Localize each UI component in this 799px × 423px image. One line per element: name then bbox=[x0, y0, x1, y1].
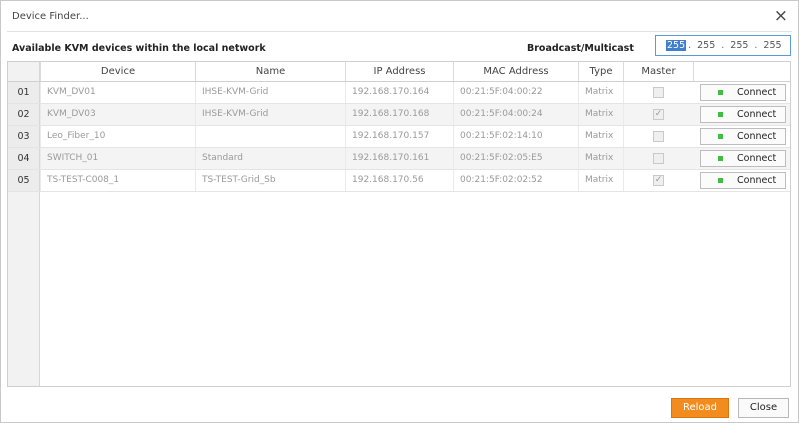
device-cell: SWITCH_01 bbox=[40, 148, 195, 169]
status-led-icon bbox=[718, 178, 723, 183]
ip-octet-1[interactable]: 255 bbox=[666, 40, 687, 51]
master-checkbox[interactable] bbox=[653, 131, 664, 142]
connect-button[interactable]: Connect bbox=[700, 172, 786, 189]
connect-button[interactable]: Connect bbox=[700, 106, 786, 123]
connect-button[interactable]: Connect bbox=[700, 128, 786, 145]
ip-cell: 192.168.170.157 bbox=[345, 126, 453, 147]
column-header-mac[interactable]: MAC Address bbox=[453, 62, 578, 81]
row-number: 01 bbox=[8, 82, 40, 103]
master-cell bbox=[623, 82, 693, 103]
divider bbox=[7, 31, 792, 32]
type-cell: Matrix bbox=[578, 104, 623, 125]
ip-cell: 192.168.170.161 bbox=[345, 148, 453, 169]
master-checkbox[interactable] bbox=[653, 153, 664, 164]
name-cell: Standard bbox=[195, 148, 345, 169]
connect-label: Connect bbox=[737, 153, 777, 164]
broadcast-ip-input[interactable]: 255 . 255 . 255 . 255 bbox=[655, 35, 791, 56]
close-icon[interactable]: × bbox=[774, 6, 788, 26]
mac-cell: 00:21:5F:04:00:24 bbox=[453, 104, 578, 125]
connect-label: Connect bbox=[737, 175, 777, 186]
master-cell: ✓ bbox=[623, 104, 693, 125]
row-number: 02 bbox=[8, 104, 40, 125]
name-cell: IHSE-KVM-Grid bbox=[195, 104, 345, 125]
device-cell: TS-TEST-C008_1 bbox=[40, 170, 195, 191]
device-finder-dialog: Device Finder... × Available KVM devices… bbox=[0, 0, 799, 423]
broadcast-label: Broadcast/Multicast bbox=[527, 43, 634, 54]
column-header-type[interactable]: Type bbox=[578, 62, 623, 81]
ip-cell: 192.168.170.56 bbox=[345, 170, 453, 191]
type-cell: Matrix bbox=[578, 170, 623, 191]
table-row[interactable]: 02 KVM_DV03 IHSE-KVM-Grid 192.168.170.16… bbox=[8, 104, 790, 126]
master-checkbox[interactable] bbox=[653, 87, 664, 98]
connect-button[interactable]: Connect bbox=[700, 84, 786, 101]
column-header-name[interactable]: Name bbox=[195, 62, 345, 81]
name-cell: IHSE-KVM-Grid bbox=[195, 82, 345, 103]
mac-cell: 00:21:5F:02:05:E5 bbox=[453, 148, 578, 169]
table-row[interactable]: 01 KVM_DV01 IHSE-KVM-Grid 192.168.170.16… bbox=[8, 82, 790, 104]
status-led-icon bbox=[718, 134, 723, 139]
mac-cell: 00:21:5F:02:14:10 bbox=[453, 126, 578, 147]
devices-table: Device Name IP Address MAC Address Type … bbox=[7, 61, 791, 387]
column-header-action bbox=[693, 62, 790, 81]
mac-cell: 00:21:5F:02:02:52 bbox=[453, 170, 578, 191]
table-row[interactable]: 04 SWITCH_01 Standard 192.168.170.161 00… bbox=[8, 148, 790, 170]
type-cell: Matrix bbox=[578, 126, 623, 147]
column-header-device[interactable]: Device bbox=[40, 62, 195, 81]
section-heading: Available KVM devices within the local n… bbox=[12, 43, 266, 54]
device-cell: KVM_DV03 bbox=[40, 104, 195, 125]
master-checkbox[interactable]: ✓ bbox=[653, 175, 664, 186]
row-number: 05 bbox=[8, 170, 40, 191]
connect-label: Connect bbox=[737, 109, 777, 120]
master-checkbox[interactable]: ✓ bbox=[653, 109, 664, 120]
ip-octet-2[interactable]: 255 bbox=[697, 40, 715, 51]
status-led-icon bbox=[718, 112, 723, 117]
table-header: Device Name IP Address MAC Address Type … bbox=[8, 62, 790, 82]
title-bar: Device Finder... × bbox=[1, 1, 798, 31]
master-cell: ✓ bbox=[623, 170, 693, 191]
device-cell: KVM_DV01 bbox=[40, 82, 195, 103]
name-cell bbox=[195, 126, 345, 147]
column-header-master[interactable]: Master bbox=[623, 62, 693, 81]
ip-octet-4[interactable]: 255 bbox=[763, 40, 781, 51]
table-row[interactable]: 05 TS-TEST-C008_1 TS-TEST-Grid_Sb 192.16… bbox=[8, 170, 790, 192]
window-title: Device Finder... bbox=[12, 11, 89, 22]
status-led-icon bbox=[718, 156, 723, 161]
connect-button[interactable]: Connect bbox=[700, 150, 786, 167]
name-cell: TS-TEST-Grid_Sb bbox=[195, 170, 345, 191]
master-cell bbox=[623, 126, 693, 147]
mac-cell: 00:21:5F:04:00:22 bbox=[453, 82, 578, 103]
connect-label: Connect bbox=[737, 87, 777, 98]
ip-cell: 192.168.170.164 bbox=[345, 82, 453, 103]
status-led-icon bbox=[718, 90, 723, 95]
device-cell: Leo_Fiber_10 bbox=[40, 126, 195, 147]
master-cell bbox=[623, 148, 693, 169]
close-button[interactable]: Close bbox=[738, 398, 789, 418]
table-row[interactable]: 03 Leo_Fiber_10 192.168.170.157 00:21:5F… bbox=[8, 126, 790, 148]
ip-octet-3[interactable]: 255 bbox=[730, 40, 748, 51]
type-cell: Matrix bbox=[578, 148, 623, 169]
ip-cell: 192.168.170.168 bbox=[345, 104, 453, 125]
reload-button[interactable]: Reload bbox=[671, 398, 729, 418]
connect-label: Connect bbox=[737, 131, 777, 142]
column-header-ip[interactable]: IP Address bbox=[345, 62, 453, 81]
row-number: 04 bbox=[8, 148, 40, 169]
type-cell: Matrix bbox=[578, 82, 623, 103]
row-number: 03 bbox=[8, 126, 40, 147]
